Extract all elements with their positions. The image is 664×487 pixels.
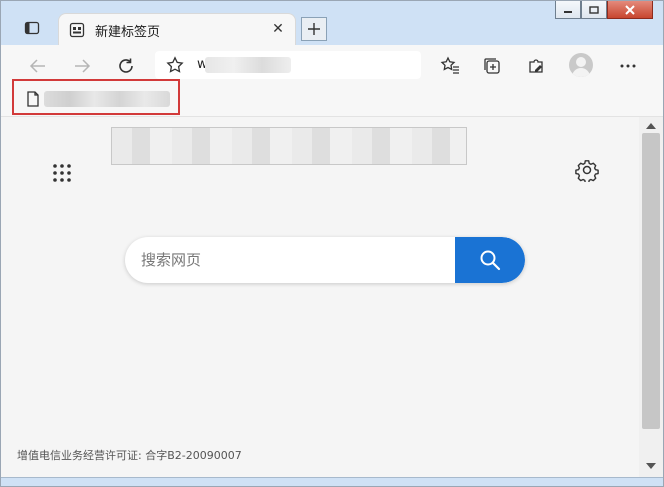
scroll-up-icon bbox=[646, 123, 656, 129]
new-tab-button[interactable] bbox=[301, 17, 327, 41]
scroll-down-button[interactable] bbox=[645, 461, 657, 471]
back-arrow-icon bbox=[29, 59, 45, 73]
close-window-button[interactable] bbox=[607, 1, 653, 19]
collections-button[interactable] bbox=[479, 53, 505, 79]
close-icon bbox=[625, 4, 635, 15]
window-bottom-frame bbox=[1, 477, 663, 486]
window-controls bbox=[555, 1, 653, 21]
tab-title: 新建标签页 bbox=[95, 25, 161, 40]
plus-icon bbox=[308, 23, 320, 35]
more-icon bbox=[620, 64, 636, 68]
scroll-down-icon bbox=[646, 463, 656, 469]
favorites-list-icon bbox=[440, 56, 459, 74]
search-input[interactable] bbox=[125, 237, 455, 283]
gear-icon bbox=[575, 160, 599, 184]
tab-new-tab[interactable]: 新建标签页 ✕ bbox=[58, 13, 296, 45]
tab-close-button[interactable]: ✕ bbox=[269, 20, 287, 38]
minimize-icon bbox=[564, 10, 572, 13]
avatar-icon[interactable] bbox=[569, 53, 593, 77]
scroll-up-button[interactable] bbox=[645, 121, 657, 131]
search-icon bbox=[480, 250, 501, 271]
vertical-scrollbar[interactable] bbox=[639, 117, 663, 477]
refresh-icon bbox=[119, 58, 133, 73]
maximize-icon bbox=[589, 5, 599, 14]
back-button[interactable] bbox=[25, 53, 51, 79]
settings-more-button[interactable] bbox=[615, 53, 641, 79]
apps-grid-icon bbox=[53, 164, 71, 182]
star-icon bbox=[166, 56, 184, 73]
address-bar[interactable]: w bbox=[155, 51, 421, 79]
refresh-button[interactable] bbox=[113, 53, 139, 79]
scrollbar-thumb[interactable] bbox=[642, 133, 660, 429]
browser-window: 新建标签页 ✕ w 搜索网页 增值电信业务经营许可证: 合字B2-2009000… bbox=[0, 0, 664, 487]
minimize-button[interactable] bbox=[555, 1, 581, 19]
license-text: 增值电信业务经营许可证: 合字B2-20090007 bbox=[17, 449, 242, 462]
new-tab-page-icon bbox=[69, 22, 85, 38]
favorite-button[interactable] bbox=[165, 55, 185, 75]
search-button[interactable] bbox=[455, 237, 525, 283]
favorites-bar-item-redacted bbox=[44, 91, 170, 107]
maximize-button[interactable] bbox=[581, 1, 607, 19]
tab-actions-icon bbox=[24, 21, 40, 35]
extensions-button[interactable] bbox=[523, 53, 549, 79]
forward-arrow-icon bbox=[75, 59, 91, 73]
collections-icon bbox=[484, 58, 500, 74]
title-bar: 新建标签页 ✕ bbox=[1, 1, 663, 45]
url-redacted bbox=[205, 57, 291, 73]
page-settings-button[interactable] bbox=[575, 158, 599, 184]
web-search-box bbox=[125, 237, 525, 283]
new-tab-page: 增值电信业务经营许可证: 合字B2-20090007 bbox=[1, 117, 639, 477]
favorites-button[interactable] bbox=[437, 53, 463, 79]
favorites-bar-item[interactable] bbox=[12, 79, 180, 115]
tab-actions-button[interactable] bbox=[21, 17, 43, 39]
redacted-banner bbox=[111, 127, 467, 165]
forward-button[interactable] bbox=[69, 53, 95, 79]
apps-launcher-button[interactable] bbox=[51, 162, 73, 184]
extensions-icon bbox=[529, 59, 543, 73]
document-icon bbox=[27, 91, 39, 107]
